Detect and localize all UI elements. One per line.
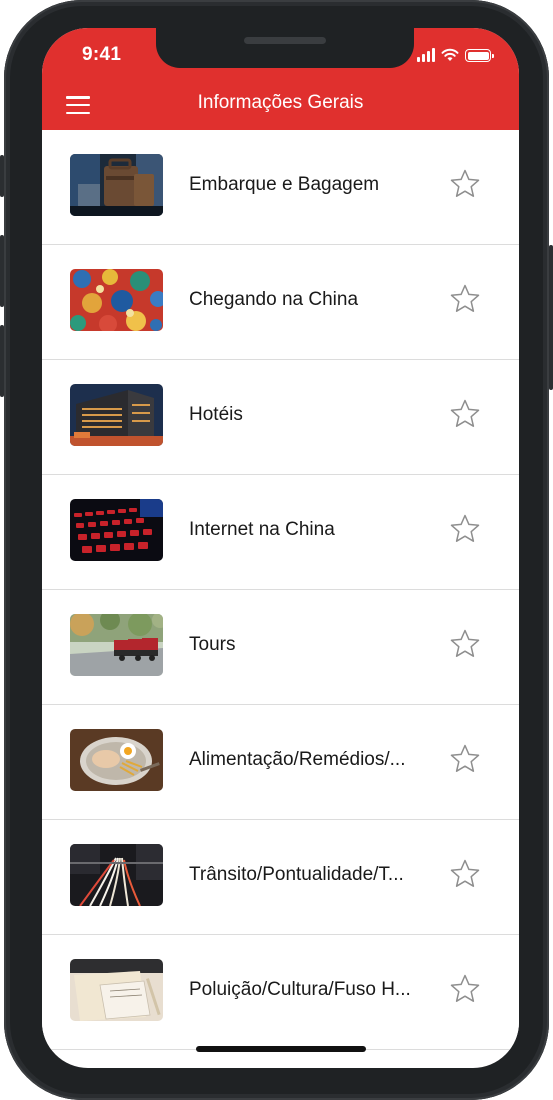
- list-item[interactable]: Tours: [42, 590, 519, 705]
- street-rickshaws-thumbnail: [70, 614, 163, 676]
- list-item-label: Hotéis: [189, 404, 243, 425]
- notes-paper-thumbnail: [70, 959, 163, 1021]
- page-title: Informações Gerais: [197, 92, 364, 113]
- list-item[interactable]: Poluição/Cultura/Fuso H...: [42, 935, 519, 1050]
- silent-switch: [0, 155, 4, 197]
- list-item[interactable]: Internet na China: [42, 475, 519, 590]
- star-outline-icon[interactable]: [449, 628, 481, 660]
- food-bowl-thumbnail: [70, 729, 163, 791]
- volume-down-button: [0, 325, 4, 397]
- star-outline-icon[interactable]: [449, 513, 481, 545]
- star-outline-icon[interactable]: [449, 398, 481, 430]
- list-item-label: Embarque e Bagagem: [189, 174, 380, 195]
- keyboard-thumbnail: [70, 499, 163, 561]
- list-item[interactable]: Alimentação/Remédios/...: [42, 705, 519, 820]
- list-item[interactable]: Chegando na China: [42, 245, 519, 360]
- star-outline-icon[interactable]: [449, 973, 481, 1005]
- list-item-label: Trânsito/Pontualidade/T...: [189, 864, 404, 885]
- cellular-signal-icon: [417, 48, 435, 62]
- notch: [156, 28, 414, 68]
- list-item[interactable]: Hotéis: [42, 360, 519, 475]
- luggage-thumbnail: [70, 154, 163, 216]
- list-item-label: Poluição/Cultura/Fuso H...: [189, 979, 411, 1000]
- list-item-label: Chegando na China: [189, 289, 359, 310]
- list-item-label: Alimentação/Remédios/...: [189, 749, 406, 770]
- app-header: 9:41 Informações Gerais: [42, 28, 519, 130]
- wifi-icon: [441, 48, 459, 61]
- phone-frame: 9:41 Informações Gerais Embarque e Bagag…: [0, 0, 553, 1100]
- dragon-pattern-thumbnail: [70, 269, 163, 331]
- home-indicator[interactable]: [196, 1046, 366, 1052]
- star-outline-icon[interactable]: [449, 283, 481, 315]
- list-item[interactable]: Embarque e Bagagem: [42, 130, 519, 245]
- star-outline-icon[interactable]: [449, 743, 481, 775]
- list-item-label: Internet na China: [189, 519, 335, 540]
- traffic-lights-thumbnail: [70, 844, 163, 906]
- status-time: 9:41: [82, 44, 122, 65]
- app-screen: 9:41 Informações Gerais Embarque e Bagag…: [42, 28, 519, 1068]
- list-item[interactable]: Trânsito/Pontualidade/T...: [42, 820, 519, 935]
- star-outline-icon[interactable]: [449, 858, 481, 890]
- status-icons: [417, 46, 494, 62]
- star-outline-icon[interactable]: [449, 168, 481, 200]
- hotel-building-thumbnail: [70, 384, 163, 446]
- speaker-grille: [244, 37, 326, 44]
- volume-up-button: [0, 235, 4, 307]
- topics-list: Embarque e Bagagem Chegando na China Hot…: [42, 130, 519, 1050]
- battery-icon: [465, 49, 494, 62]
- list-item-label: Tours: [189, 634, 236, 655]
- power-button: [549, 245, 553, 390]
